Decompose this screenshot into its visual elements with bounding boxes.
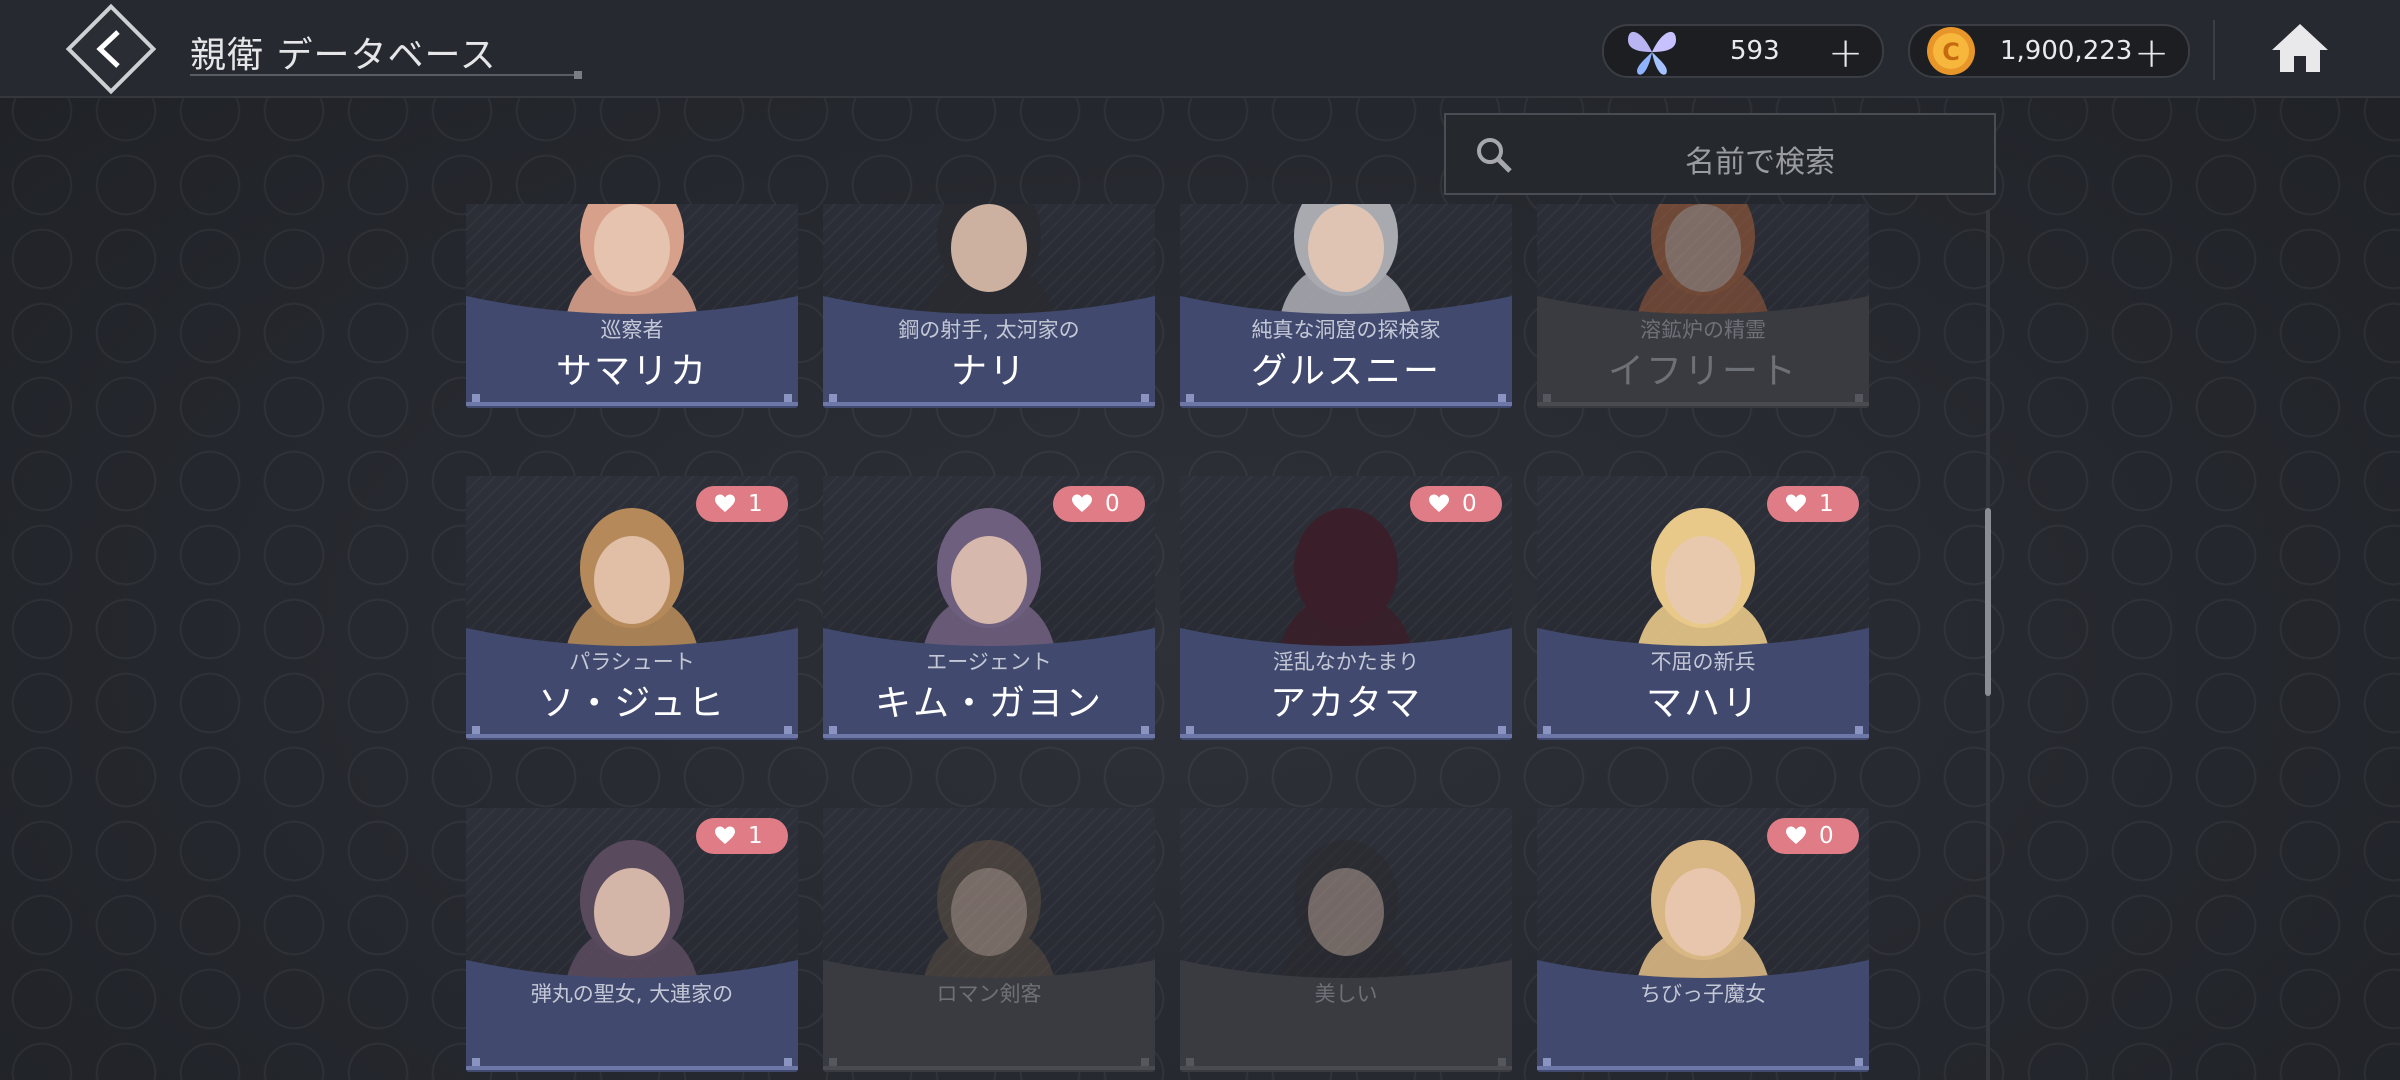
corner-mark bbox=[472, 1058, 480, 1066]
affection-count: 1 bbox=[1819, 491, 1834, 517]
corner-mark bbox=[1498, 1058, 1506, 1066]
search-placeholder: 名前で検索 bbox=[1685, 145, 1835, 180]
character-subtitle: 美しい bbox=[1314, 982, 1378, 1006]
character-subtitle: 弾丸の聖女, 大連家の bbox=[530, 982, 734, 1006]
character-name: アカタマ bbox=[1269, 683, 1422, 724]
corner-mark bbox=[784, 726, 792, 734]
heart-icon bbox=[1786, 826, 1806, 844]
character-card[interactable]: 弾丸の聖女, 大連家の 1 bbox=[466, 808, 798, 1072]
corner-mark bbox=[1186, 1058, 1194, 1066]
top-bar: 親衛 データベース 593 + C 1,900,223 + bbox=[0, 0, 2400, 98]
title-underline bbox=[190, 71, 582, 79]
affection-badge: 1 bbox=[696, 486, 788, 522]
character-name: ソ・ジュヒ bbox=[538, 683, 726, 724]
character-subtitle: 溶鉱炉の精霊 bbox=[1640, 318, 1766, 342]
corner-mark bbox=[829, 1058, 837, 1066]
affection-count: 0 bbox=[1105, 491, 1120, 517]
svg-text:C: C bbox=[1942, 38, 1960, 66]
character-subtitle: 純真な洞窟の探検家 bbox=[1251, 318, 1441, 342]
name-panel bbox=[466, 954, 798, 1072]
name-panel bbox=[1537, 954, 1869, 1072]
corner-mark bbox=[1543, 726, 1551, 734]
affection-badge: 0 bbox=[1410, 486, 1502, 522]
corner-mark bbox=[1855, 1058, 1863, 1066]
affection-count: 0 bbox=[1819, 823, 1834, 849]
home-icon bbox=[2272, 24, 2328, 72]
corner-mark bbox=[1543, 394, 1551, 402]
character-name: サマリカ bbox=[555, 351, 708, 392]
character-subtitle: パラシュート bbox=[569, 650, 695, 674]
affection-count: 1 bbox=[748, 491, 763, 517]
corner-mark bbox=[784, 394, 792, 402]
corner-mark bbox=[1186, 726, 1194, 734]
character-subtitle: 鋼の射手, 太河家の bbox=[898, 318, 1080, 342]
corner-mark bbox=[1141, 726, 1149, 734]
character-subtitle: ロマン剣客 bbox=[936, 982, 1042, 1006]
heart-icon bbox=[715, 494, 735, 512]
character-subtitle: ちびっ子魔女 bbox=[1640, 982, 1766, 1006]
character-name: グルスニー bbox=[1250, 351, 1441, 392]
corner-mark bbox=[1498, 394, 1506, 402]
affection-badge: 0 bbox=[1767, 818, 1859, 854]
corner-mark bbox=[829, 394, 837, 402]
affection-count: 0 bbox=[1462, 491, 1477, 517]
corner-mark bbox=[1186, 394, 1194, 402]
name-panel bbox=[823, 954, 1155, 1072]
name-panel bbox=[1180, 954, 1512, 1072]
gold-count: 1,900,223 bbox=[2000, 36, 2133, 66]
add-gold-button[interactable]: + bbox=[2134, 28, 2169, 77]
back-button[interactable] bbox=[56, 0, 166, 104]
scrollbar-thumb[interactable] bbox=[1985, 508, 1991, 696]
gold-resource: C 1,900,223 + bbox=[1908, 24, 2190, 78]
character-name: キム・ガヨン bbox=[874, 683, 1103, 724]
character-card[interactable]: 巡察者 サマリカ bbox=[466, 204, 798, 408]
character-card[interactable]: 美しい bbox=[1180, 808, 1512, 1072]
butterfly-icon bbox=[1628, 31, 1676, 75]
character-card[interactable]: 不屈の新兵 マハリ 1 bbox=[1537, 476, 1869, 740]
corner-mark bbox=[1543, 1058, 1551, 1066]
character-card[interactable]: 鋼の射手, 太河家の ナリ bbox=[823, 204, 1155, 408]
heart-icon bbox=[715, 826, 735, 844]
character-subtitle: 不屈の新兵 bbox=[1650, 650, 1756, 674]
gold-coin-icon: C bbox=[1927, 27, 1975, 75]
search-input[interactable]: 名前で検索 bbox=[1444, 113, 1996, 195]
corner-mark bbox=[784, 1058, 792, 1066]
character-name: イフリート bbox=[1607, 351, 1798, 392]
affection-count: 1 bbox=[748, 823, 763, 849]
add-butterfly-button[interactable]: + bbox=[1828, 28, 1863, 77]
character-card[interactable]: 溶鉱炉の精霊 イフリート bbox=[1537, 204, 1869, 408]
character-card[interactable]: 純真な洞窟の探検家 グルスニー bbox=[1180, 204, 1512, 408]
character-card[interactable]: エージェント キム・ガヨン 0 bbox=[823, 476, 1155, 740]
character-subtitle: エージェント bbox=[926, 650, 1052, 674]
character-name: ナリ bbox=[950, 351, 1027, 392]
character-card[interactable]: ロマン剣客 bbox=[823, 808, 1155, 1072]
affection-badge: 0 bbox=[1053, 486, 1145, 522]
corner-mark bbox=[829, 726, 837, 734]
corner-mark bbox=[1141, 1058, 1149, 1066]
butterfly-count: 593 bbox=[1730, 36, 1780, 66]
corner-mark bbox=[1855, 394, 1863, 402]
heart-icon bbox=[1786, 494, 1806, 512]
character-card[interactable]: ちびっ子魔女 0 bbox=[1537, 808, 1869, 1072]
corner-mark bbox=[472, 726, 480, 734]
corner-mark bbox=[1855, 726, 1863, 734]
page-title: 親衛 データベース bbox=[190, 35, 497, 76]
heart-icon bbox=[1429, 494, 1449, 512]
affection-badge: 1 bbox=[696, 818, 788, 854]
character-subtitle: 淫乱なかたまり bbox=[1272, 650, 1420, 674]
butterfly-resource: 593 + bbox=[1602, 24, 1884, 78]
character-card[interactable]: 淫乱なかたまり アカタマ 0 bbox=[1180, 476, 1512, 740]
affection-badge: 1 bbox=[1767, 486, 1859, 522]
heart-icon bbox=[1072, 494, 1092, 512]
character-subtitle: 巡察者 bbox=[600, 318, 664, 342]
corner-mark bbox=[1141, 394, 1149, 402]
character-card[interactable]: パラシュート ソ・ジュヒ 1 bbox=[466, 476, 798, 740]
back-arrow-icon bbox=[65, 3, 157, 95]
topbar-divider bbox=[2213, 20, 2215, 80]
corner-mark bbox=[1498, 726, 1506, 734]
character-name: マハリ bbox=[1645, 683, 1760, 724]
home-button[interactable] bbox=[2268, 18, 2332, 78]
character-grid: 巡察者 サマリカ 鋼の射手, 太河家の ナリ 純真な洞窟の探検家 グルスニー 溶… bbox=[466, 204, 1876, 1080]
corner-mark bbox=[472, 394, 480, 402]
